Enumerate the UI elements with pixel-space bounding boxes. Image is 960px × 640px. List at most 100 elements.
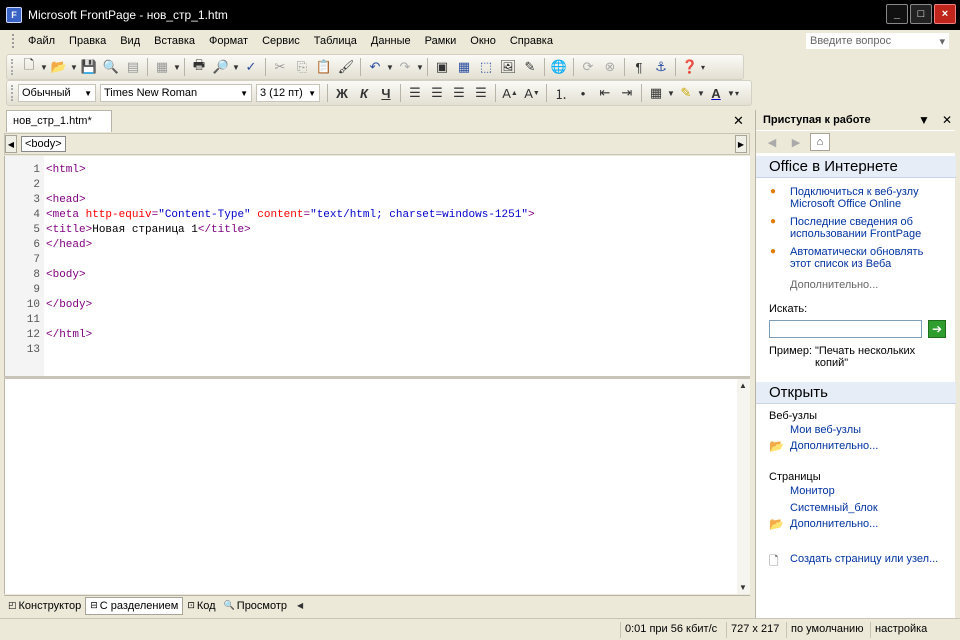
chevron-down-icon[interactable]: ▼ [386,63,394,72]
chevron-down-icon[interactable]: ▼ [918,113,930,127]
minimize-button[interactable]: _ [886,4,908,24]
show-all-icon[interactable]: ¶ [628,56,650,78]
close-button[interactable]: × [934,4,956,24]
code-text[interactable] [42,343,46,358]
help-icon[interactable]: ❓ [679,56,701,78]
search-icon[interactable]: 🔍 [100,56,122,78]
drawing-icon[interactable]: ✎ [519,56,541,78]
toolbar-grip[interactable] [11,59,14,75]
menu-grip[interactable] [12,34,15,48]
underline-button[interactable]: Ч [375,82,397,104]
code-text[interactable]: </body> [42,298,92,313]
code-line[interactable]: 6 </head> [5,238,535,253]
font-select[interactable]: Times New Roman ▼ [100,84,252,102]
status-settings[interactable]: настройка [870,622,931,638]
italic-button[interactable]: К [353,82,375,104]
create-page-link[interactable]: Создать страницу или узел... [790,553,938,565]
code-line[interactable]: 5 <title>Новая страница 1</title> [5,223,535,238]
code-text[interactable]: <html> [42,163,86,178]
web-component-icon[interactable]: ▣ [431,56,453,78]
copy-icon[interactable]: ⎘ [291,56,313,78]
menu-window[interactable]: Окно [463,33,503,49]
menu-data[interactable]: Данные [364,33,418,49]
chevron-down-icon[interactable]: ▼ [416,63,424,72]
search-go-icon[interactable]: ➔ [928,320,946,338]
link-auto-update[interactable]: Автоматически обновлять этот список из В… [790,246,940,270]
code-line[interactable]: 1 <html> [5,163,535,178]
code-line[interactable]: 9 [5,283,535,298]
chevron-down-icon[interactable]: ▼ [70,63,78,72]
toolbar-grip[interactable] [11,85,14,101]
code-line[interactable]: 13 [5,343,535,358]
status-mode[interactable]: по умолчанию [786,622,867,638]
menu-tools[interactable]: Сервис [255,33,307,49]
page-link-system-unit[interactable]: Системный_блок [790,502,878,514]
code-line[interactable]: 7 [5,253,535,268]
forward-icon[interactable]: ▶ [786,133,806,151]
chevron-down-icon[interactable]: ▼ [173,63,181,72]
borders-icon[interactable]: ▦ [645,82,667,104]
toolbar-options-icon[interactable]: ▾ [701,63,709,72]
code-text[interactable]: <head> [42,193,86,208]
align-left-icon[interactable]: ☰ [404,82,426,104]
undo-icon[interactable]: ↶ [364,56,386,78]
insert-table-icon[interactable]: ▦ [453,56,475,78]
print-icon[interactable]: 🖶 [188,56,210,78]
bookmark-icon[interactable]: ⚓ [650,56,672,78]
close-icon[interactable]: ✕ [942,113,952,127]
toolbar-options-icon[interactable]: ▾ [735,89,743,98]
increase-indent-icon[interactable]: ⇥ [616,82,638,104]
code-text[interactable]: </html> [42,328,92,343]
code-lines[interactable]: 1 <html> 2 3 <head> 4 <meta http-equiv="Conten… [5,163,535,358]
code-text[interactable]: <meta http-equiv="Content-Type" content=… [42,208,535,223]
search-input[interactable] [769,320,922,338]
scroll-right-icon[interactable]: ▶ [735,135,747,153]
chevron-down-icon[interactable]: ▼ [232,63,240,72]
design-pane[interactable]: ▲ ▼ [4,379,750,594]
menu-insert[interactable]: Вставка [147,33,202,49]
menu-file[interactable]: Файл [21,33,62,49]
quick-tag-body[interactable]: <body> [21,136,66,152]
back-icon[interactable]: ◀ [762,133,782,151]
code-line[interactable]: 3 <head> [5,193,535,208]
menu-format[interactable]: Формат [202,33,255,49]
link-office-online[interactable]: Подключиться к веб-узлу Microsoft Office… [790,186,940,210]
tab-preview[interactable]: 🔍 Просмотр [220,597,291,615]
highlight-icon[interactable]: ✎ [675,82,697,104]
code-pane[interactable]: 1 <html> 2 3 <head> 4 <meta http-equiv="Conten… [4,156,750,376]
tab-split[interactable]: ⊟ С разделением [85,596,184,615]
publish-icon[interactable]: ▤ [122,56,144,78]
chevron-down-icon[interactable]: ▼ [667,89,675,98]
insert-layer-icon[interactable]: ⬚ [475,56,497,78]
redo-icon[interactable]: ↷ [394,56,416,78]
close-document-icon[interactable]: ✕ [733,113,744,129]
menu-help[interactable]: Справка [503,33,560,49]
tab-design[interactable]: ◰ Конструктор [4,597,85,615]
justify-icon[interactable]: ☰ [470,82,492,104]
more-link[interactable]: Дополнительно... [790,279,878,291]
style-select[interactable]: Обычный ▼ [18,84,96,102]
vertical-scrollbar[interactable]: ▲ ▼ [737,379,750,594]
open-folder-icon[interactable]: 📂 [48,56,70,78]
scroll-up-icon[interactable]: ▲ [739,381,747,390]
size-select[interactable]: 3 (12 пт) ▼ [256,84,320,102]
code-text[interactable]: </head> [42,238,92,253]
code-text[interactable] [42,178,46,193]
document-tab[interactable]: нов_стр_1.htm* [6,110,112,132]
websites-more-link[interactable]: Дополнительно... [790,440,878,452]
code-text[interactable] [42,313,46,328]
menu-edit[interactable]: Правка [62,33,113,49]
menu-table[interactable]: Таблица [307,33,364,49]
home-icon[interactable]: ⌂ [810,133,830,151]
bold-button[interactable]: Ж [331,82,353,104]
menu-view[interactable]: Вид [113,33,147,49]
refresh-icon[interactable]: ⟳ [577,56,599,78]
bulleted-list-icon[interactable]: • [572,82,594,104]
align-center-icon[interactable]: ☰ [426,82,448,104]
spelling-icon[interactable]: ✓ [240,56,262,78]
code-text[interactable] [42,253,46,268]
tab-code[interactable]: ⊡ Код [183,597,219,615]
chevron-down-icon[interactable]: ▼ [40,63,48,72]
hyperlink-icon[interactable]: 🌐 [548,56,570,78]
chevron-down-icon[interactable]: ▼ [697,89,705,98]
